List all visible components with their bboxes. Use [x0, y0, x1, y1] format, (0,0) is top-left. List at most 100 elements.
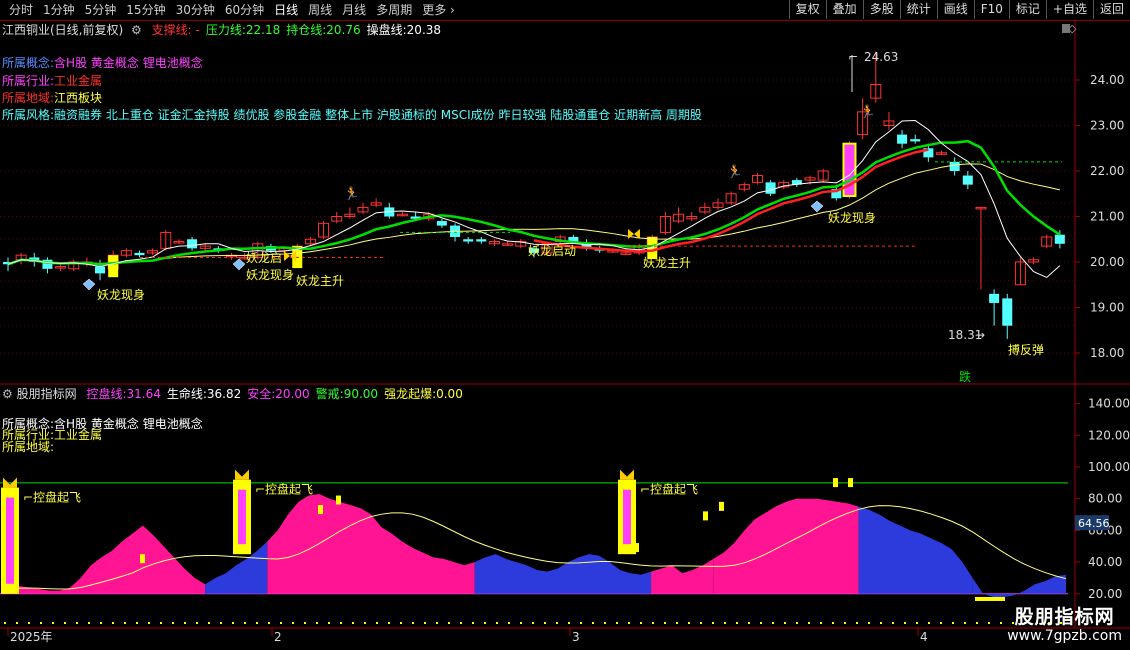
time-dot [256, 622, 258, 624]
time-dot [340, 622, 342, 624]
candle-body [463, 239, 474, 242]
time-dot [592, 622, 594, 624]
yaolong-xianshen-label: 妖龙现身 [97, 287, 145, 302]
sub-title: 股朋指标网 [16, 387, 77, 401]
time-dot [568, 622, 570, 624]
time-dot [964, 622, 966, 624]
concept-label: 所属概念: [2, 56, 55, 70]
runner-icon: 🏃 [344, 186, 360, 202]
time-dot [196, 622, 198, 624]
signal-bar [336, 495, 341, 505]
time-dot [988, 622, 990, 624]
high-price-label: 24.63 [864, 50, 898, 64]
sub-tick-label: 40.00 [1088, 555, 1122, 569]
time-dot [664, 622, 666, 624]
time-dot [580, 622, 582, 624]
signal-bar [833, 478, 838, 488]
kline-chart[interactable]: 24.00 23.00 22.00 21.00 20.00 19.00 18.00 ⌐ 24.6… [0, 0, 1130, 650]
indicator-value: 操盘线:20.38 [366, 23, 442, 37]
yaolong-xianshen-label: 妖龙现身 [246, 267, 294, 282]
indicator-value: 生命线:36.82 [166, 387, 242, 401]
time-dot [16, 622, 18, 624]
time-dot [232, 622, 234, 624]
time-dot [1000, 622, 1002, 624]
candle-body [910, 139, 921, 142]
time-dot [484, 622, 486, 624]
indicator-value: 控盘线:31.64 [86, 387, 161, 401]
time-dot [280, 622, 282, 624]
time-dot [880, 622, 882, 624]
time-dot [388, 622, 390, 624]
time-dot [304, 622, 306, 624]
time-dot [688, 622, 690, 624]
candle-body [962, 175, 973, 185]
candle-body [187, 239, 198, 249]
time-dot [736, 622, 738, 624]
time-dot [760, 622, 762, 624]
control-area [713, 498, 859, 594]
sub-tick-label: 100.00 [1088, 460, 1130, 474]
die-label: 跌 [959, 369, 971, 384]
industry-label: 所属行业: [2, 74, 55, 88]
runner-icon: 🏃 [860, 104, 876, 120]
sub-tick-label: 80.00 [1088, 492, 1122, 506]
butterfly-icon [235, 469, 249, 480]
candle-body [949, 161, 960, 171]
candle-body [765, 182, 776, 194]
time-dot [160, 622, 162, 624]
time-dot [904, 622, 906, 624]
settings-icon[interactable]: ⚙ [2, 387, 13, 401]
butterfly-icon [620, 469, 634, 480]
time-label: 3 [572, 630, 580, 644]
time-dot [520, 622, 522, 624]
scrollbar-handle [1062, 24, 1070, 33]
control-area [267, 493, 475, 594]
watermark: 股朋指标网 www.7gpzb.com [1007, 606, 1122, 644]
sub-tick-label: 140.00 [1088, 397, 1130, 411]
time-dot [424, 622, 426, 624]
kongpan-bar-inner [6, 497, 14, 584]
time-dot [328, 622, 330, 624]
yaolong-xianshen-label: 妖龙现身 [828, 210, 876, 225]
time-dot [544, 622, 546, 624]
control-area [8, 525, 206, 594]
settings-icon[interactable]: ⚙ [131, 23, 142, 37]
kongpan-bar-inner [238, 489, 246, 545]
time-dot [844, 622, 846, 624]
bofantan-label: 搏反弹 [1008, 343, 1044, 357]
industry-row: 所属行业:工业金属 [2, 74, 102, 88]
sub-region-row: 所属地域: [2, 440, 54, 454]
watermark-title: 股朋指标网 [1014, 606, 1115, 628]
concept-row: 所属概念:含H股 黄金概念 锂电池概念 [2, 56, 203, 70]
indicator-value: 强龙起爆:0.00 [384, 387, 463, 401]
time-dot [100, 622, 102, 624]
low-pointer: → [975, 328, 985, 342]
kongpan-label: ⌐控盘起飞 [23, 490, 81, 505]
time-dot [244, 622, 246, 624]
price-tick-label: 18.00 [1090, 346, 1124, 360]
candle-body [95, 266, 106, 274]
price-tick-label: 21.00 [1090, 210, 1124, 224]
time-dot [916, 622, 918, 624]
time-dot [4, 622, 6, 624]
candle-body [476, 239, 487, 242]
indicator-value: 警戒:90.00 [315, 387, 379, 401]
time-label: 2025年 [10, 630, 53, 644]
candle-body [1054, 234, 1065, 244]
time-dot [172, 622, 174, 624]
signal-bar [634, 543, 639, 553]
candle-body [1002, 298, 1013, 326]
signal-bar [703, 511, 708, 521]
time-dot [796, 622, 798, 624]
time-dot [784, 622, 786, 624]
price-tick-label: 20.00 [1090, 255, 1124, 269]
time-dot [952, 622, 954, 624]
time-dot [64, 622, 66, 624]
time-dot [556, 622, 558, 624]
region-value: 江西板块 [54, 91, 103, 105]
price-tick-label: 22.00 [1090, 164, 1124, 178]
time-dot [508, 622, 510, 624]
style-label: 所属风格: [2, 108, 55, 122]
butterfly-icon [284, 251, 296, 261]
indicator-value: 持仓线:20.76 [286, 23, 361, 37]
